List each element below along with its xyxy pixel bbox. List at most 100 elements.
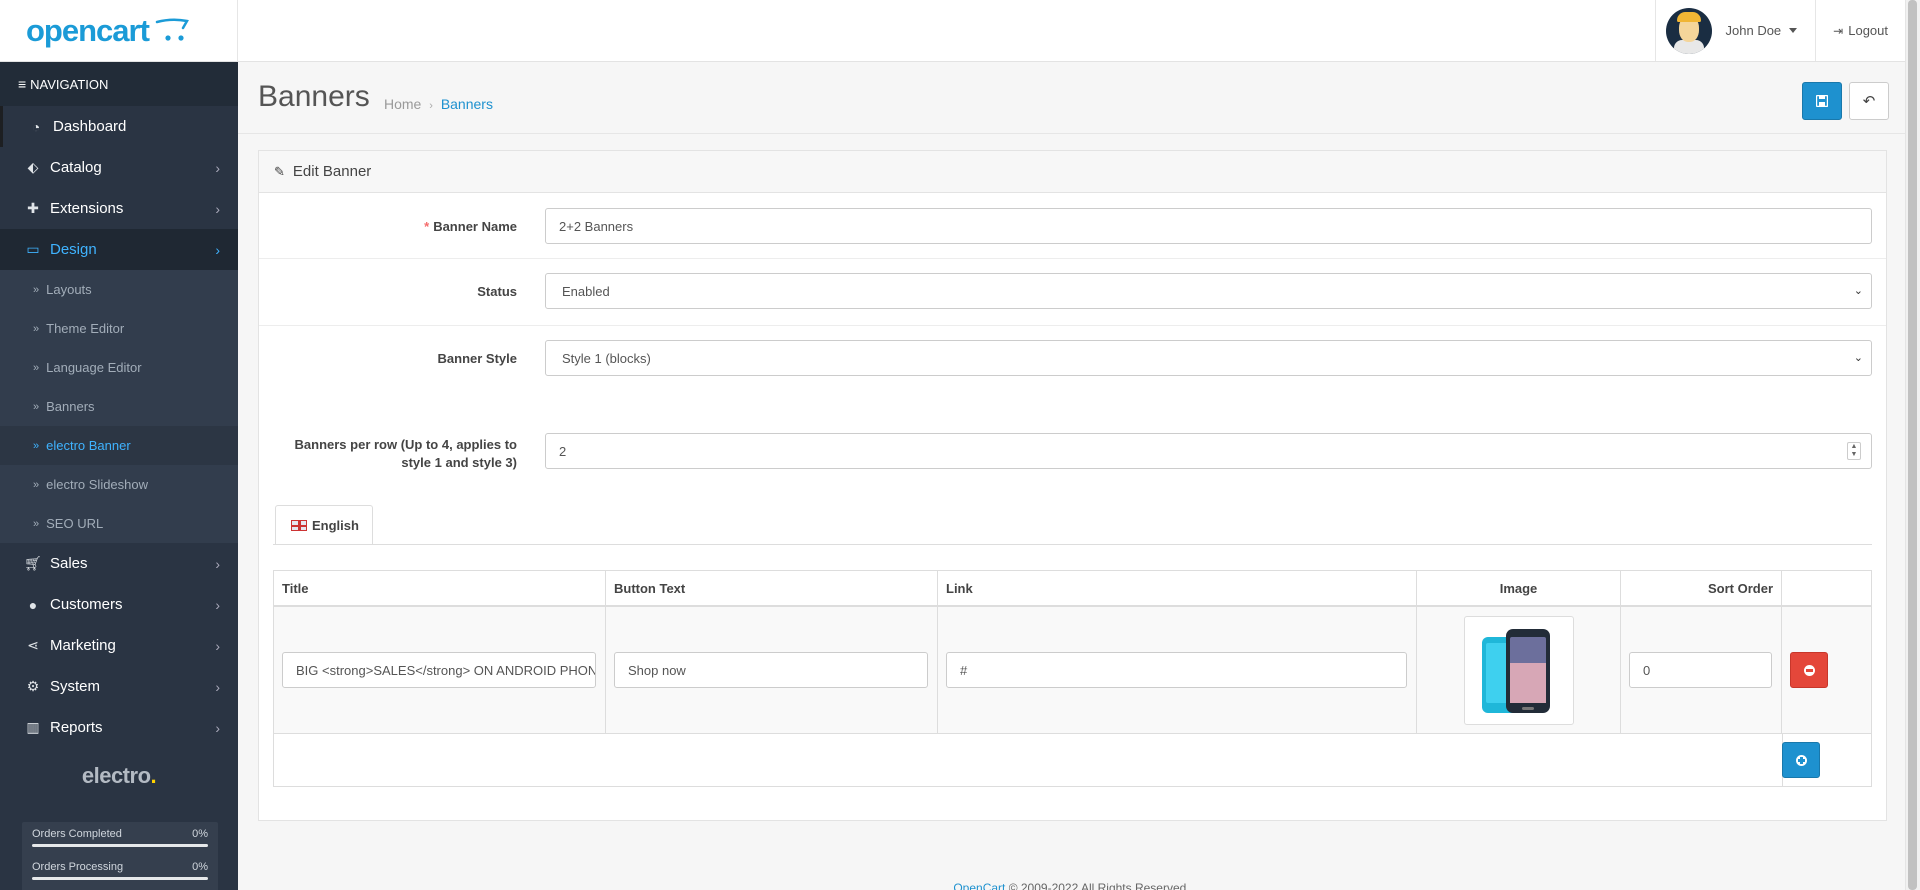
number-spinner[interactable]: ▲ ▼ [1847, 442, 1861, 460]
banners-per-row-label-line1: Banners per row (Up to 4, applies to [294, 437, 517, 452]
sidebar-item-customers[interactable]: ● Customers › [0, 584, 238, 625]
banner-name-label-text: Banner Name [433, 219, 517, 234]
banner-image-thumbnail[interactable] [1464, 616, 1574, 725]
submenu-label: Banners [46, 399, 95, 414]
main-content: Banners Home › Banners ↶ ✎ Edit Banner *… [238, 62, 1905, 890]
double-chevron-icon: » [33, 517, 40, 530]
sidebar-item-system[interactable]: ⚙ System › [0, 666, 238, 707]
opencart-link[interactable]: OpenCart [953, 881, 1005, 890]
submenu-item-layouts[interactable]: » Layouts [0, 270, 238, 309]
logo-text: opencart [26, 12, 150, 48]
breadcrumb-home[interactable]: Home [384, 96, 421, 112]
submenu-label: electro Banner [46, 438, 131, 453]
button-text-input[interactable]: Shop now [614, 652, 928, 688]
monitor-icon: ▭ [26, 241, 40, 257]
chevron-right-icon: › [215, 200, 220, 217]
cell-actions [1782, 607, 1871, 734]
logout-button[interactable]: ⇥ Logout [1815, 0, 1905, 61]
double-chevron-icon: » [33, 439, 40, 452]
puzzle-icon: ✚ [27, 200, 39, 216]
sidebar-item-label: Extensions [50, 200, 124, 217]
share-icon: ⋖ [27, 637, 39, 653]
vertical-scrollbar[interactable] [1905, 0, 1920, 890]
submenu-label: SEO URL [46, 516, 104, 531]
sort-order-value: 0 [1643, 662, 1651, 678]
title-input[interactable]: BIG <strong>SALES</strong> ON ANDROID PH… [282, 652, 596, 688]
table-footer [274, 734, 1871, 786]
sidebar-item-extensions[interactable]: ✚ Extensions › [0, 188, 238, 229]
table-row: BIG <strong>SALES</strong> ON ANDROID PH… [274, 607, 1871, 734]
form-row-banner-name: * Banner Name 2+2 Banners [259, 193, 1886, 259]
scrollbar-thumb[interactable] [1908, 0, 1917, 890]
sidebar-item-marketing[interactable]: ⋖ Marketing › [0, 625, 238, 666]
nav-title: NAVIGATION [30, 76, 109, 92]
back-button[interactable]: ↶ [1849, 82, 1889, 120]
chevron-right-icon: › [215, 555, 220, 572]
phone-image [1482, 628, 1550, 713]
tab-label: English [312, 517, 359, 533]
save-button[interactable] [1802, 82, 1842, 120]
link-input[interactable]: # [946, 652, 1407, 688]
stat-orders-processing: Orders Processing 0% [32, 861, 208, 880]
submenu-label: Theme Editor [46, 321, 125, 336]
bar-chart-icon: ▥ [26, 719, 40, 735]
user-menu[interactable]: John Doe [1654, 0, 1816, 61]
submenu-item-language-editor[interactable]: » Language Editor [0, 348, 238, 387]
sidebar-item-design[interactable]: ▭ Design › [0, 229, 238, 270]
sort-order-input[interactable]: 0 [1629, 652, 1772, 688]
banner-name-input[interactable]: 2+2 Banners [545, 208, 1872, 244]
user-icon: ● [28, 596, 38, 613]
logo[interactable]: opencart [0, 0, 238, 61]
submenu-item-electro-banner[interactable]: » electro Banner [0, 426, 238, 465]
banners-per-row-input[interactable]: 2 ▲ ▼ [545, 433, 1872, 469]
pencil-icon: ✎ [274, 163, 285, 179]
chevron-right-icon: › [215, 596, 220, 613]
banner-style-select[interactable]: Style 1 (blocks) ⌄ [545, 340, 1872, 376]
breadcrumb-current[interactable]: Banners [441, 96, 493, 112]
status-select[interactable]: Enabled ⌄ [545, 273, 1872, 309]
submenu-label: Language Editor [46, 360, 142, 375]
stat-value: 0% [192, 828, 208, 840]
banners-per-row-value: 2 [559, 443, 567, 459]
cell-button-text: Shop now [606, 607, 938, 734]
double-chevron-icon: » [33, 283, 40, 296]
user-area: John Doe ⇥ Logout [1654, 0, 1905, 61]
submenu-item-electro-slideshow[interactable]: » electro Slideshow [0, 465, 238, 504]
sidebar-item-label: Sales [50, 555, 88, 572]
progress-bar [32, 844, 208, 847]
title-value: BIG <strong>SALES</strong> ON ANDROID PH… [296, 662, 596, 678]
form-row-status: Status Enabled ⌄ [259, 259, 1886, 326]
column-header-image: Image [1417, 571, 1621, 605]
sidebar-item-reports[interactable]: ▥ Reports › [0, 707, 238, 748]
panel-title: Edit Banner [292, 163, 372, 180]
cell-title: BIG <strong>SALES</strong> ON ANDROID PH… [274, 607, 606, 734]
sidebar-item-sales[interactable]: 🛒︎ Sales › [0, 543, 238, 584]
banner-name-label: * Banner Name [424, 219, 517, 234]
reply-icon: ↶ [1862, 93, 1876, 110]
stat-value: 0% [192, 861, 208, 873]
cell-image [1417, 607, 1621, 734]
brand-logo: electro. [0, 748, 238, 804]
add-row-button[interactable] [1782, 742, 1820, 778]
form-row-banners-per-row: Banners per row (Up to 4, applies to sty… [259, 420, 1886, 492]
tab-english[interactable]: English [275, 505, 373, 545]
sidebar-item-dashboard[interactable]: ◔ Dashboard [0, 106, 238, 147]
submenu-item-theme-editor[interactable]: » Theme Editor [0, 309, 238, 348]
sidebar-item-catalog[interactable]: ⬖ Catalog › [0, 147, 238, 188]
cart-icon: 🛒︎ [24, 555, 42, 571]
chevron-right-icon: › [215, 159, 220, 176]
design-submenu: » Layouts » Theme Editor » Language Editor … [0, 270, 238, 543]
double-chevron-icon: » [33, 400, 40, 413]
submenu-item-banners[interactable]: » Banners [0, 387, 238, 426]
banner-style-value: Style 1 (blocks) [562, 350, 651, 366]
page-title: Banners [258, 80, 370, 113]
sidebar-item-label: Design [50, 241, 97, 258]
submenu-item-seo-url[interactable]: » SEO URL [0, 504, 238, 543]
chevron-right-icon: › [215, 637, 220, 654]
stat-label: Orders Processing [32, 861, 124, 873]
sidebar: ≡ NAVIGATION ◔ Dashboard ⬖ Catalog › ✚ E… [0, 62, 238, 890]
remove-row-button[interactable] [1790, 652, 1828, 688]
banner-style-label: Banner Style [437, 351, 517, 366]
chevron-right-icon: › [215, 241, 220, 258]
column-header-title: Title [274, 571, 606, 605]
